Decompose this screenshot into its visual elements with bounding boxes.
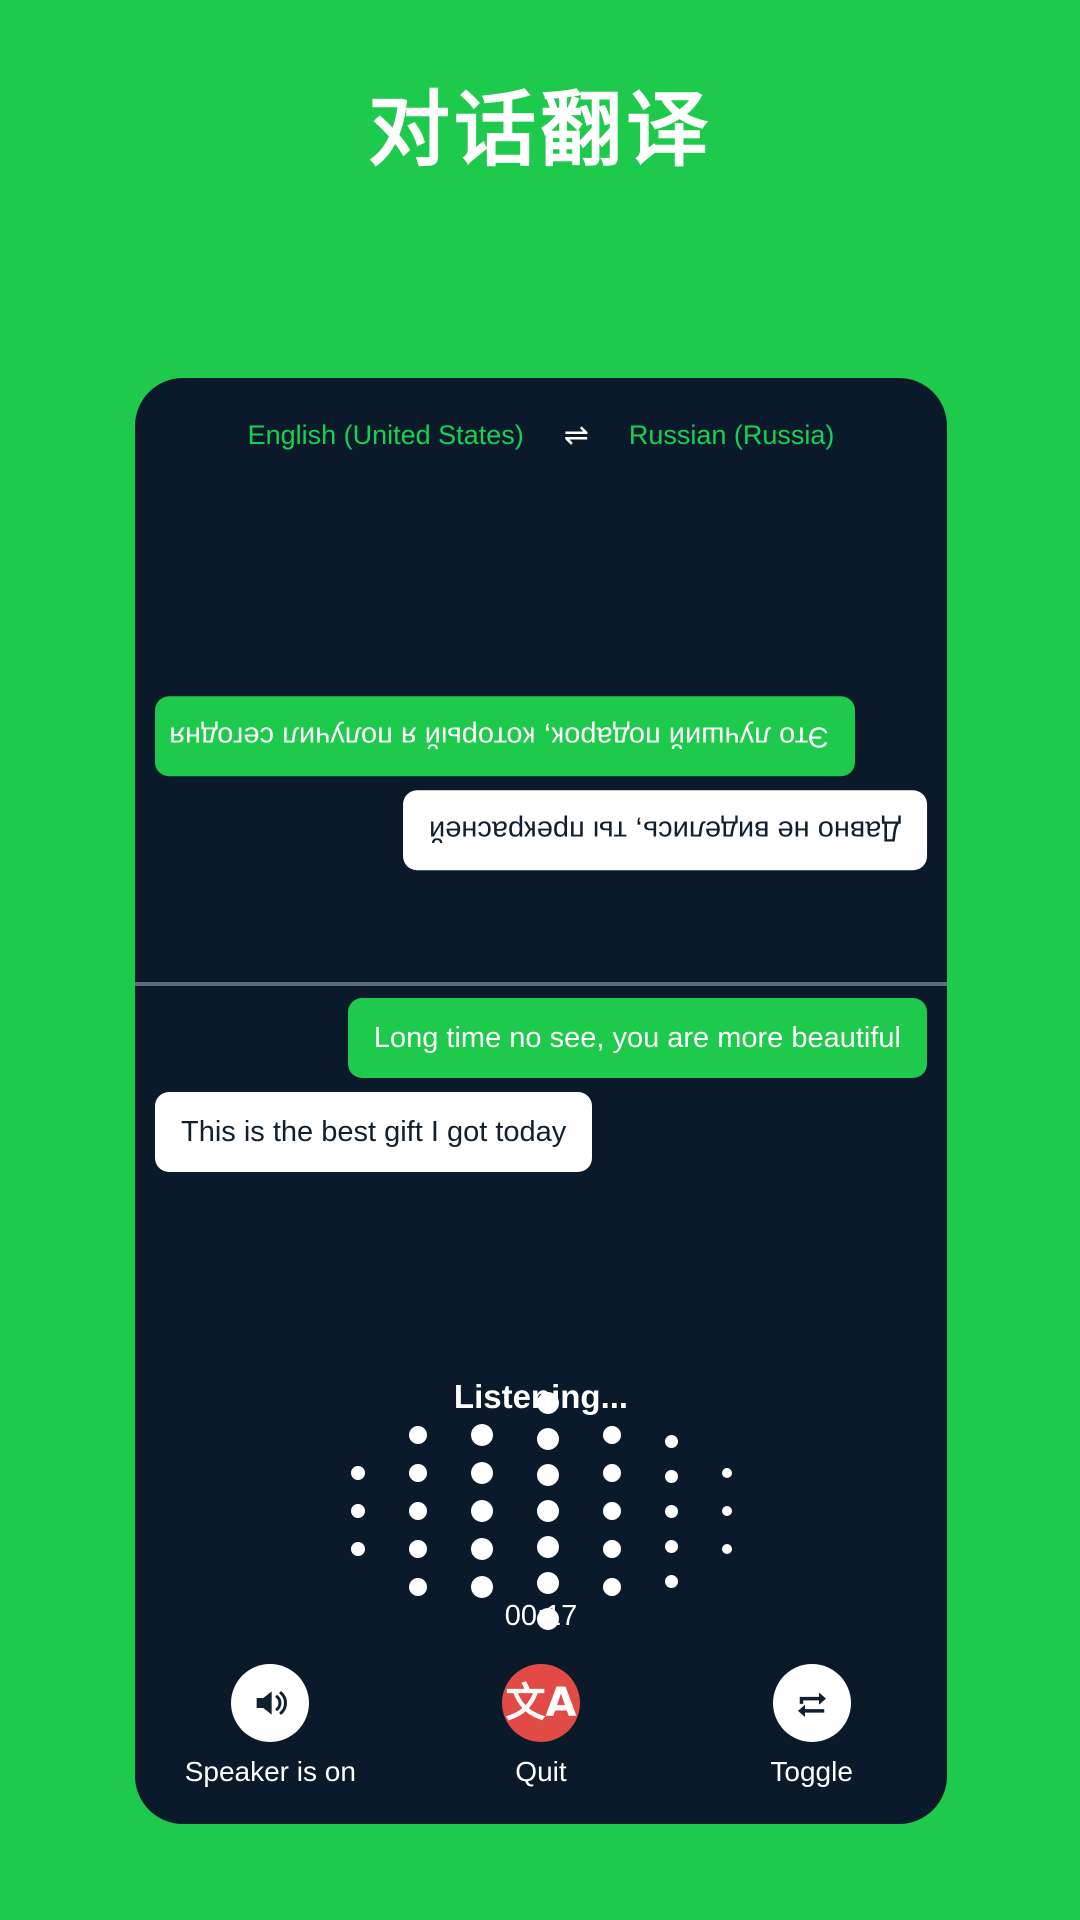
waveform-dot (602, 1426, 621, 1444)
waveform-dot (408, 1426, 427, 1444)
message-row: Это лучший подарок, который я получил се… (135, 696, 947, 777)
translate-icon: 文A (505, 1680, 577, 1726)
waveform-dot (408, 1502, 427, 1520)
conversation-pane-local: Long time no see, you are more beautiful… (135, 988, 947, 1408)
waveform-dot (350, 1504, 365, 1518)
waveform-dot (602, 1540, 621, 1558)
waveform-dot (536, 1428, 559, 1450)
waveform-column (408, 1426, 427, 1596)
waveform-dot (602, 1578, 621, 1596)
waveform-dot (721, 1468, 732, 1478)
toggle-button[interactable]: Toggle (692, 1664, 932, 1788)
waveform-column (536, 1392, 559, 1630)
waveform-dot (664, 1434, 678, 1448)
quit-button-circle[interactable]: 文A (501, 1664, 580, 1742)
recording-timer: 00:17 (504, 1600, 578, 1632)
waveform-dot (721, 1506, 732, 1516)
message-bubble: Long time no see, you are more beautiful (347, 998, 927, 1079)
speaker-on-icon (256, 1691, 288, 1715)
control-bar: Speaker is on 文A Quit Toggle (135, 1664, 947, 1788)
waveform-dot (536, 1464, 559, 1486)
waveform-dot (536, 1536, 559, 1558)
message-row: Long time no see, you are more beautiful (135, 998, 947, 1079)
pane-divider (135, 982, 947, 986)
waveform-dot (470, 1538, 493, 1560)
waveform-dot (470, 1576, 493, 1598)
waveform-column (664, 1434, 678, 1588)
waveform-dot (470, 1424, 493, 1446)
waveform-dot (536, 1392, 559, 1414)
waveform-dot (664, 1574, 678, 1588)
speaker-button-label: Speaker is on (184, 1756, 356, 1787)
conversation-pane-remote: Это лучший подарок, который я получил се… (135, 438, 947, 982)
message-bubble: Это лучший подарок, который я получил се… (155, 696, 855, 777)
waveform-dot (408, 1464, 427, 1482)
waveform-dot (664, 1539, 678, 1553)
quit-button[interactable]: 文A Quit (421, 1664, 661, 1788)
waveform-column (602, 1426, 621, 1596)
message-bubble: Давно не виделись, ты прекрасней (402, 790, 927, 871)
waveform-dot (721, 1544, 732, 1554)
repeat-icon (797, 1692, 826, 1717)
message-row: Давно не виделись, ты прекрасней (135, 790, 947, 871)
waveform-dot (664, 1469, 678, 1483)
screen-root: 对话翻译 English (United States) ⇌ Russian (… (0, 0, 1080, 1920)
page-title: 对话翻译 (367, 83, 712, 178)
message-bubble: This is the best gift I got today (155, 1092, 593, 1173)
waveform-column (350, 1466, 365, 1556)
waveform-dot (602, 1502, 621, 1520)
waveform-column (721, 1468, 732, 1554)
speaker-button[interactable]: Speaker is on (150, 1664, 390, 1788)
waveform-dot (350, 1542, 365, 1556)
waveform-dot (536, 1500, 559, 1522)
waveform-dot (350, 1466, 365, 1480)
message-row: This is the best gift I got today (135, 1092, 947, 1173)
waveform-dot (470, 1500, 493, 1522)
waveform-dot (664, 1504, 678, 1518)
quit-button-label: Quit (515, 1756, 567, 1787)
waveform-dot (408, 1578, 427, 1596)
speaker-button-circle[interactable] (231, 1664, 310, 1742)
waveform-dot (602, 1464, 621, 1482)
waveform-dot (470, 1462, 493, 1484)
waveform-column (470, 1424, 493, 1598)
toggle-button-circle[interactable] (772, 1664, 851, 1742)
toggle-button-label: Toggle (770, 1756, 853, 1787)
waveform-dot (536, 1572, 559, 1594)
waveform-dot (408, 1540, 427, 1558)
audio-waveform (135, 1392, 947, 1630)
translator-card: English (United States) ⇌ Russian (Russi… (135, 378, 947, 1824)
